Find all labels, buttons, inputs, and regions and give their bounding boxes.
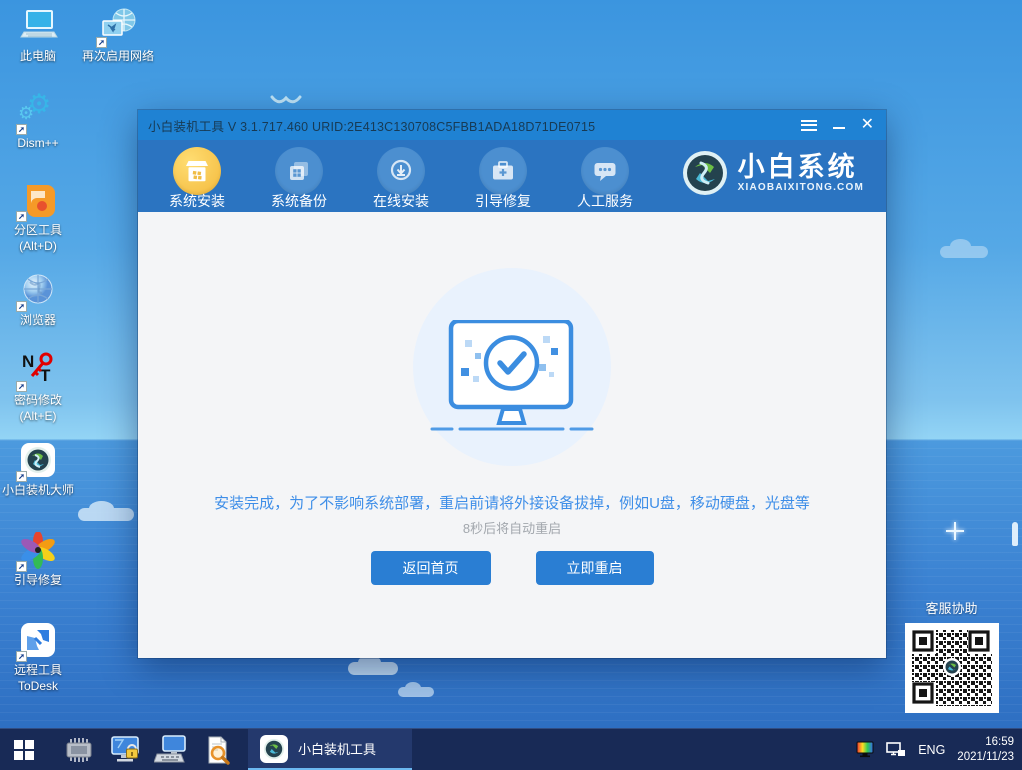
logo-title: 小白系统 xyxy=(738,153,864,181)
nav-item-label: 在线安装 xyxy=(350,191,452,211)
nav-item-online-install[interactable]: 在线安装 xyxy=(350,140,452,212)
backup-icon xyxy=(275,147,323,195)
menu-icon[interactable] xyxy=(801,120,817,131)
window-titlebar[interactable]: 小白装机工具 V 3.1.717.460 URID:2E413C130708C5… xyxy=(138,110,886,140)
auto-restart-countdown: 8秒后将自动重启 xyxy=(138,518,886,537)
desktop-icon-label: 小白装机大师 xyxy=(0,483,76,499)
xiaobai-logo-icon xyxy=(681,149,729,197)
desktop-icon-label: 分区工具 (Alt+D) xyxy=(0,223,76,254)
network-tray-icon[interactable] xyxy=(886,742,906,758)
desktop-icon-this-pc[interactable]: 此电脑 xyxy=(0,8,76,65)
nav-item-label: 系统备份 xyxy=(248,191,350,211)
window-navbar: 系统安装 系统备份 xyxy=(138,140,886,212)
todesk-icon: ➚ xyxy=(18,622,58,660)
cloud xyxy=(348,662,398,675)
taskbar-clock[interactable]: 16:59 2021/11/23 xyxy=(957,735,1014,765)
desktop-icon-label: 此电脑 xyxy=(0,49,76,65)
install-complete-message: 安装完成，为了不影响系统部署，重启前请将外接设备拔掉，例如U盘，移动硬盘，光盘等 xyxy=(138,492,886,513)
shortcut-arrow-icon: ➚ xyxy=(16,471,27,482)
close-icon[interactable]: ✕ xyxy=(861,117,874,133)
logo-subtitle: XIAOBAIXITONG.COM xyxy=(738,182,864,193)
desktop-icon-todesk[interactable]: ➚ 远程工具 ToDesk xyxy=(0,622,76,694)
taskbar-app-label: 小白装机工具 xyxy=(298,739,376,758)
display-color-icon[interactable] xyxy=(856,741,874,758)
shortcut-arrow-icon: ➚ xyxy=(16,124,27,135)
sailboat xyxy=(1012,522,1018,546)
xiaobai-master-icon: ➚ xyxy=(18,442,58,480)
shortcut-arrow-icon: ➚ xyxy=(16,651,27,662)
nav-item-system-install[interactable]: 系统安装 xyxy=(146,140,248,212)
desktop-icon-label: 远程工具 ToDesk xyxy=(0,663,76,694)
back-home-button[interactable]: 返回首页 xyxy=(371,551,491,585)
shortcut-arrow-icon: ➚ xyxy=(96,37,107,48)
clock-date: 2021/11/23 xyxy=(957,750,1014,765)
nav-item-system-backup[interactable]: 系统备份 xyxy=(248,140,350,212)
desktop-icon-xiaobai-master[interactable]: ➚ 小白装机大师 xyxy=(0,442,76,499)
customer-service-panel: 客服协助 xyxy=(903,598,1000,713)
cloud xyxy=(940,246,988,258)
start-button[interactable] xyxy=(0,729,48,770)
online-install-icon xyxy=(377,147,425,195)
language-indicator[interactable]: ENG xyxy=(918,743,945,757)
clock-time: 16:59 xyxy=(957,735,1014,750)
monitor-lock-icon xyxy=(108,735,142,765)
xiaobai-tool-window: 小白装机工具 V 3.1.717.460 URID:2E413C130708C5… xyxy=(138,110,886,658)
window-content: 安装完成，为了不影响系统部署，重启前请将外接设备拔掉，例如U盘，移动硬盘，光盘等… xyxy=(138,212,886,658)
taskbar-active-app[interactable]: 小白装机工具 xyxy=(248,729,412,770)
boot-repair-pinwheel-icon: ➚ xyxy=(18,532,58,570)
taskbar: 小白装机工具 ENG 16:59 2021/11/23 xyxy=(0,728,1022,770)
nav-item-label: 系统安装 xyxy=(146,191,248,211)
desktop-icon-password-modify[interactable]: N T ➚ 密码修改 (Alt+E) xyxy=(0,352,76,424)
dism-gears-icon: ⚙ ⚙ ➚ xyxy=(18,95,58,133)
desktop-icon-label: 浏览器 xyxy=(0,313,76,329)
cloud xyxy=(78,508,134,521)
desktop-icon-label: 引导修复 xyxy=(0,573,76,589)
windows-logo-icon xyxy=(14,740,34,760)
taskbar-app-cmd[interactable] xyxy=(102,729,148,770)
enable-network-icon: ➚ xyxy=(98,8,138,46)
desktop-icon-enable-network[interactable]: ➚ 再次启用网络 xyxy=(76,8,160,65)
search-document-icon xyxy=(202,735,232,765)
browser-globe-icon: ➚ xyxy=(18,272,58,310)
desktop-icon-label: 密码修改 (Alt+E) xyxy=(0,393,76,424)
taskbar-app-search[interactable] xyxy=(194,729,240,770)
nav-item-human-service[interactable]: 人工服务 xyxy=(554,140,656,212)
support-chat-icon xyxy=(581,147,629,195)
shortcut-arrow-icon: ➚ xyxy=(16,381,27,392)
install-complete-illustration xyxy=(407,268,617,478)
desktop-icon-label: Dism++ xyxy=(0,136,76,152)
xiaobai-app-icon xyxy=(260,735,288,763)
taskbar-app-chip[interactable] xyxy=(56,729,102,770)
cloud xyxy=(398,687,434,697)
minimize-icon[interactable] xyxy=(833,127,845,129)
qr-code xyxy=(905,623,999,713)
desktop-icon-browser[interactable]: ➚ 浏览器 xyxy=(0,272,76,329)
shortcut-arrow-icon: ➚ xyxy=(16,211,27,222)
keyboard-monitor-icon xyxy=(154,735,188,765)
nav-item-label: 引导修复 xyxy=(452,191,554,211)
cpu-chip-icon xyxy=(62,735,96,765)
nav-item-boot-repair[interactable]: 引导修复 xyxy=(452,140,554,212)
desktop-icon-dism[interactable]: ⚙ ⚙ ➚ Dism++ xyxy=(0,95,76,152)
partition-tool-icon: ➚ xyxy=(18,182,58,220)
password-nt-key-icon: N T ➚ xyxy=(18,352,58,390)
desktop-icon-boot-repair[interactable]: ➚ 引导修复 xyxy=(0,532,76,589)
monitor-check-icon xyxy=(427,320,597,440)
desktop-wallpaper: 此电脑 ➚ 再次启用网络 ⚙ ⚙ ➚ Dism++ xyxy=(0,0,1022,770)
restart-now-button[interactable]: 立即重启 xyxy=(536,551,654,585)
this-pc-icon xyxy=(18,8,58,46)
install-box-icon xyxy=(173,147,221,195)
desktop-icon-label: 再次启用网络 xyxy=(76,49,160,65)
xiaobai-logo: 小白系统 XIAOBAIXITONG.COM xyxy=(681,149,864,197)
taskbar-app-osk[interactable] xyxy=(148,729,194,770)
desktop-icon-partition-tool[interactable]: ➚ 分区工具 (Alt+D) xyxy=(0,182,76,254)
water-sparkle xyxy=(946,522,964,540)
shortcut-arrow-icon: ➚ xyxy=(16,561,27,572)
boot-repair-icon xyxy=(479,147,527,195)
seagull-icon xyxy=(270,93,302,107)
shortcut-arrow-icon: ➚ xyxy=(16,301,27,312)
customer-service-label: 客服协助 xyxy=(903,598,1000,617)
nav-item-label: 人工服务 xyxy=(554,191,656,211)
window-title: 小白装机工具 V 3.1.717.460 URID:2E413C130708C5… xyxy=(148,116,595,135)
